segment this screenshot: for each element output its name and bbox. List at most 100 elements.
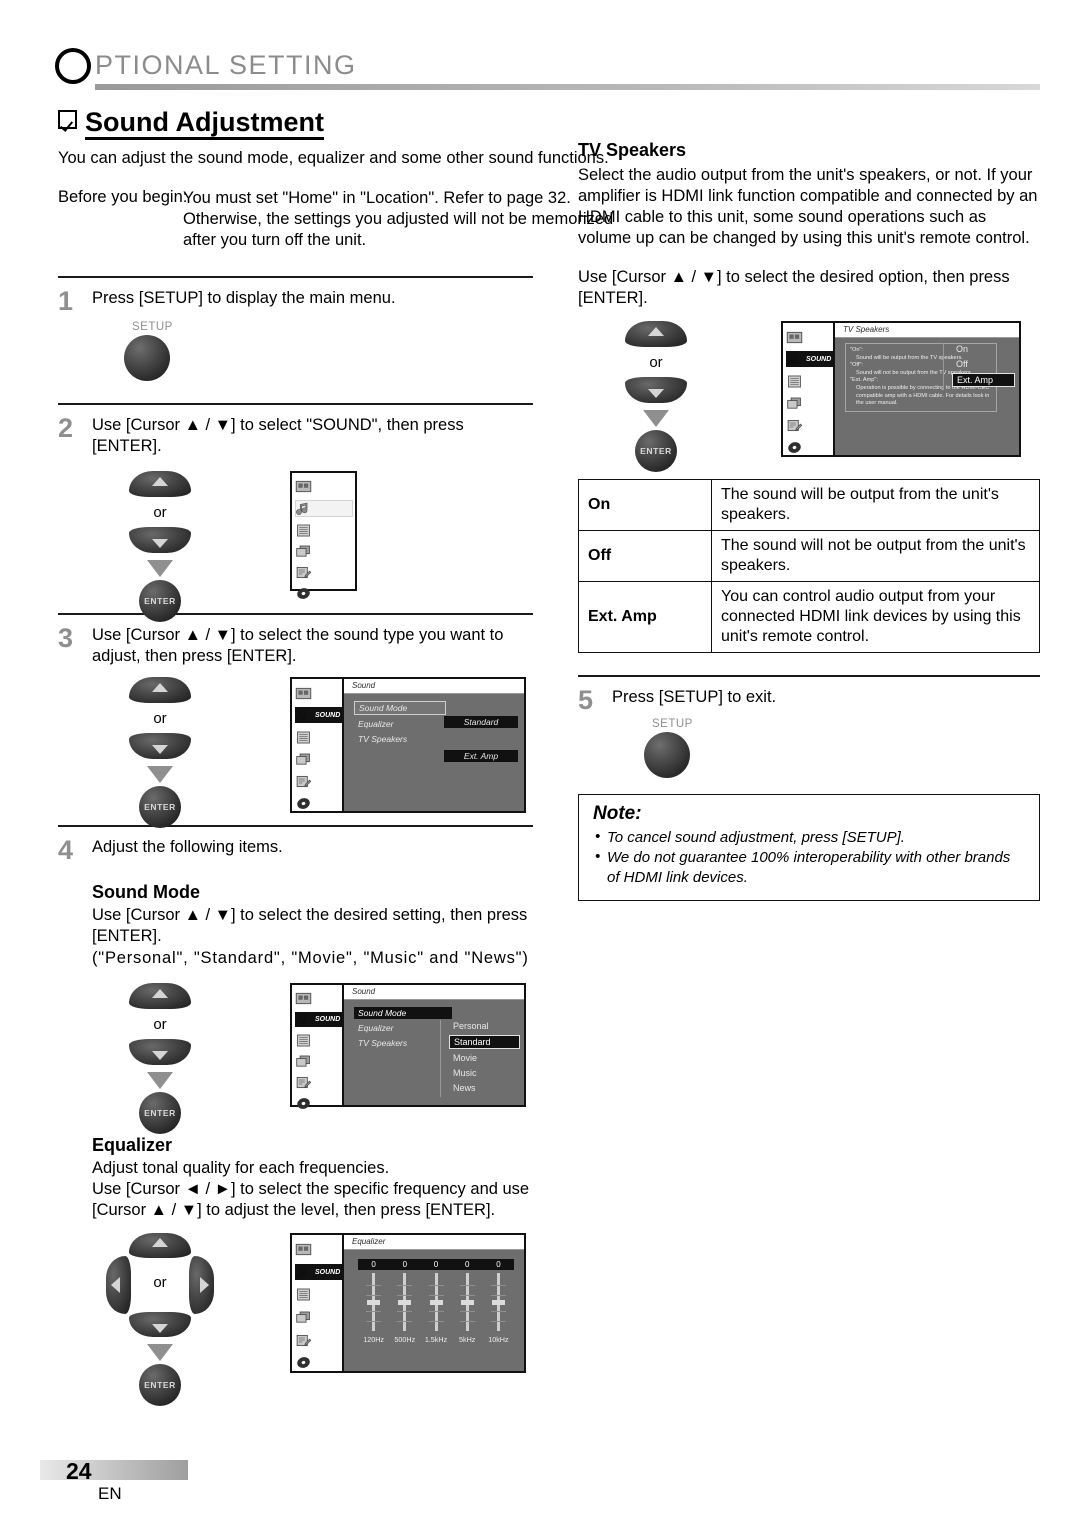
setup-button-dot[interactable]: [124, 335, 170, 381]
cursor-down-button[interactable]: [129, 1312, 191, 1337]
eq-slider-knob[interactable]: [491, 1300, 505, 1305]
sound-note-icon-glyph: [295, 1266, 307, 1279]
osd-option-off[interactable]: Off: [952, 358, 1015, 370]
picture-icon[interactable]: [295, 685, 339, 701]
eq-slider-track[interactable]: [490, 1273, 506, 1331]
table-row: Ext. Amp You can control audio output fr…: [578, 581, 1040, 653]
osd-row-sound-mode[interactable]: Sound Mode: [354, 701, 446, 715]
eq-slider-track[interactable]: [366, 1273, 382, 1331]
cursor-down-button[interactable]: [129, 733, 191, 759]
osd-row-tv-speakers[interactable]: TV Speakers: [354, 733, 446, 745]
osd-icon-rail: SOUND: [292, 1235, 344, 1371]
cursor-updown-graphic[interactable]: or ENTER: [110, 471, 210, 622]
eq-slider-knob[interactable]: [429, 1300, 443, 1305]
osd-sound-menu: SOUND Sound Sound Mode Equalizer TV Spea…: [290, 677, 526, 813]
channel-icon[interactable]: [295, 1033, 339, 1048]
eq-tick: [366, 1295, 382, 1296]
disc-icon[interactable]: [295, 586, 339, 601]
setup-button-graphic-1[interactable]: SETUP: [120, 321, 210, 381]
sound-icon[interactable]: SOUND: [295, 1263, 344, 1281]
eq-band[interactable]: 0 500Hz: [389, 1259, 421, 1344]
enter-button[interactable]: ENTER: [139, 786, 181, 828]
osd-row-sound-mode[interactable]: Sound Mode: [354, 1007, 453, 1019]
picture-icon[interactable]: [295, 479, 339, 494]
enter-button[interactable]: ENTER: [635, 430, 677, 472]
sound-icon[interactable]: SOUND: [295, 707, 344, 723]
picture-icon[interactable]: [786, 329, 830, 345]
cursor-up-button[interactable]: [129, 471, 191, 497]
eq-band[interactable]: 0 1.5kHz: [420, 1259, 452, 1344]
eq-tick: [366, 1311, 382, 1312]
eq-band[interactable]: 0 10kHz: [482, 1259, 515, 1344]
eq-slider-knob[interactable]: [398, 1300, 412, 1305]
channel-icon[interactable]: [295, 729, 339, 745]
cursor-updown-graphic[interactable]: or ENTER: [606, 321, 706, 472]
cursor-down-button[interactable]: [129, 527, 191, 553]
arrow-down-icon: [152, 539, 168, 548]
cursor-up-button[interactable]: [129, 983, 191, 1009]
sound-icon[interactable]: SOUND: [786, 351, 835, 367]
enter-button[interactable]: ENTER: [139, 1092, 181, 1134]
picture-icon[interactable]: [295, 991, 339, 1006]
osd-value-tv-speakers: Ext. Amp: [444, 750, 518, 762]
disc-icon[interactable]: [295, 1096, 339, 1111]
cursor-down-button[interactable]: [129, 1039, 191, 1065]
eq-slider-knob[interactable]: [367, 1300, 381, 1305]
feature-icon[interactable]: [786, 395, 830, 411]
picture-icon[interactable]: [295, 1241, 339, 1258]
cursor-up-button[interactable]: [625, 321, 687, 347]
feature-icon[interactable]: [295, 544, 339, 559]
cursor-down-button[interactable]: [625, 377, 687, 403]
osd-option-movie[interactable]: Movie: [449, 1052, 520, 1064]
setup-button-graphic-2[interactable]: SETUP: [640, 718, 730, 778]
cursor-pad-graphic[interactable]: or ENTER: [104, 1233, 216, 1406]
arrow-up-icon: [152, 1238, 168, 1247]
setup-button-dot[interactable]: [644, 732, 690, 778]
sound-icon[interactable]: SOUND: [295, 1012, 344, 1027]
sound-icon[interactable]: [295, 500, 353, 517]
arrow-up-icon: [648, 327, 664, 336]
osd-option-music[interactable]: Music: [449, 1067, 520, 1079]
osd-option-ext-amp[interactable]: Ext. Amp: [952, 373, 1015, 387]
channel-icon[interactable]: [295, 523, 339, 538]
step-2-figure: or ENTER: [58, 471, 533, 622]
osd-option-personal[interactable]: Personal: [449, 1020, 520, 1032]
cursor-up-button[interactable]: [129, 1233, 191, 1258]
cursor-updown-graphic[interactable]: or ENTER: [110, 677, 210, 828]
enter-button[interactable]: ENTER: [139, 1364, 181, 1406]
feature-icon[interactable]: [295, 1309, 339, 1326]
osd-title: Sound: [344, 679, 524, 694]
disc-icon[interactable]: [295, 1354, 339, 1371]
eq-band[interactable]: 0 5kHz: [451, 1259, 483, 1344]
setup-icon[interactable]: [295, 565, 339, 580]
disc-icon[interactable]: [786, 439, 830, 455]
cursor-pad[interactable]: or: [106, 1233, 214, 1337]
osd-row-equalizer[interactable]: Equalizer: [354, 1022, 452, 1034]
eq-slider-knob[interactable]: [460, 1300, 474, 1305]
osd-row-equalizer[interactable]: Equalizer: [354, 718, 446, 730]
eq-tick: [459, 1321, 475, 1322]
setup-icon[interactable]: [295, 1332, 339, 1349]
setup-icon[interactable]: [295, 773, 339, 789]
osd-option-standard[interactable]: Standard: [449, 1035, 520, 1049]
channel-icon[interactable]: [295, 1286, 339, 1303]
eq-frequency-label: 10kHz: [488, 1335, 509, 1344]
osd-row-tv-speakers[interactable]: TV Speakers: [354, 1037, 452, 1049]
channel-icon[interactable]: [786, 373, 830, 389]
enter-button[interactable]: ENTER: [139, 580, 181, 622]
setup-icon[interactable]: [295, 1075, 339, 1090]
eq-slider-track[interactable]: [428, 1273, 444, 1331]
feature-icon[interactable]: [295, 1054, 339, 1069]
cursor-up-button[interactable]: [129, 677, 191, 703]
osd-option-news[interactable]: News: [449, 1082, 520, 1094]
feature-icon[interactable]: [295, 751, 339, 767]
picture-icon-glyph: [295, 687, 312, 699]
disc-icon[interactable]: [295, 795, 339, 811]
eq-slider-track[interactable]: [397, 1273, 413, 1331]
osd-option-on[interactable]: On: [952, 343, 1015, 355]
eq-slider-track[interactable]: [459, 1273, 475, 1331]
eq-band[interactable]: 0 120Hz: [358, 1259, 390, 1344]
setup-icon[interactable]: [786, 417, 830, 433]
picture-icon-glyph: [295, 992, 312, 1005]
cursor-updown-graphic[interactable]: or ENTER: [110, 983, 210, 1134]
